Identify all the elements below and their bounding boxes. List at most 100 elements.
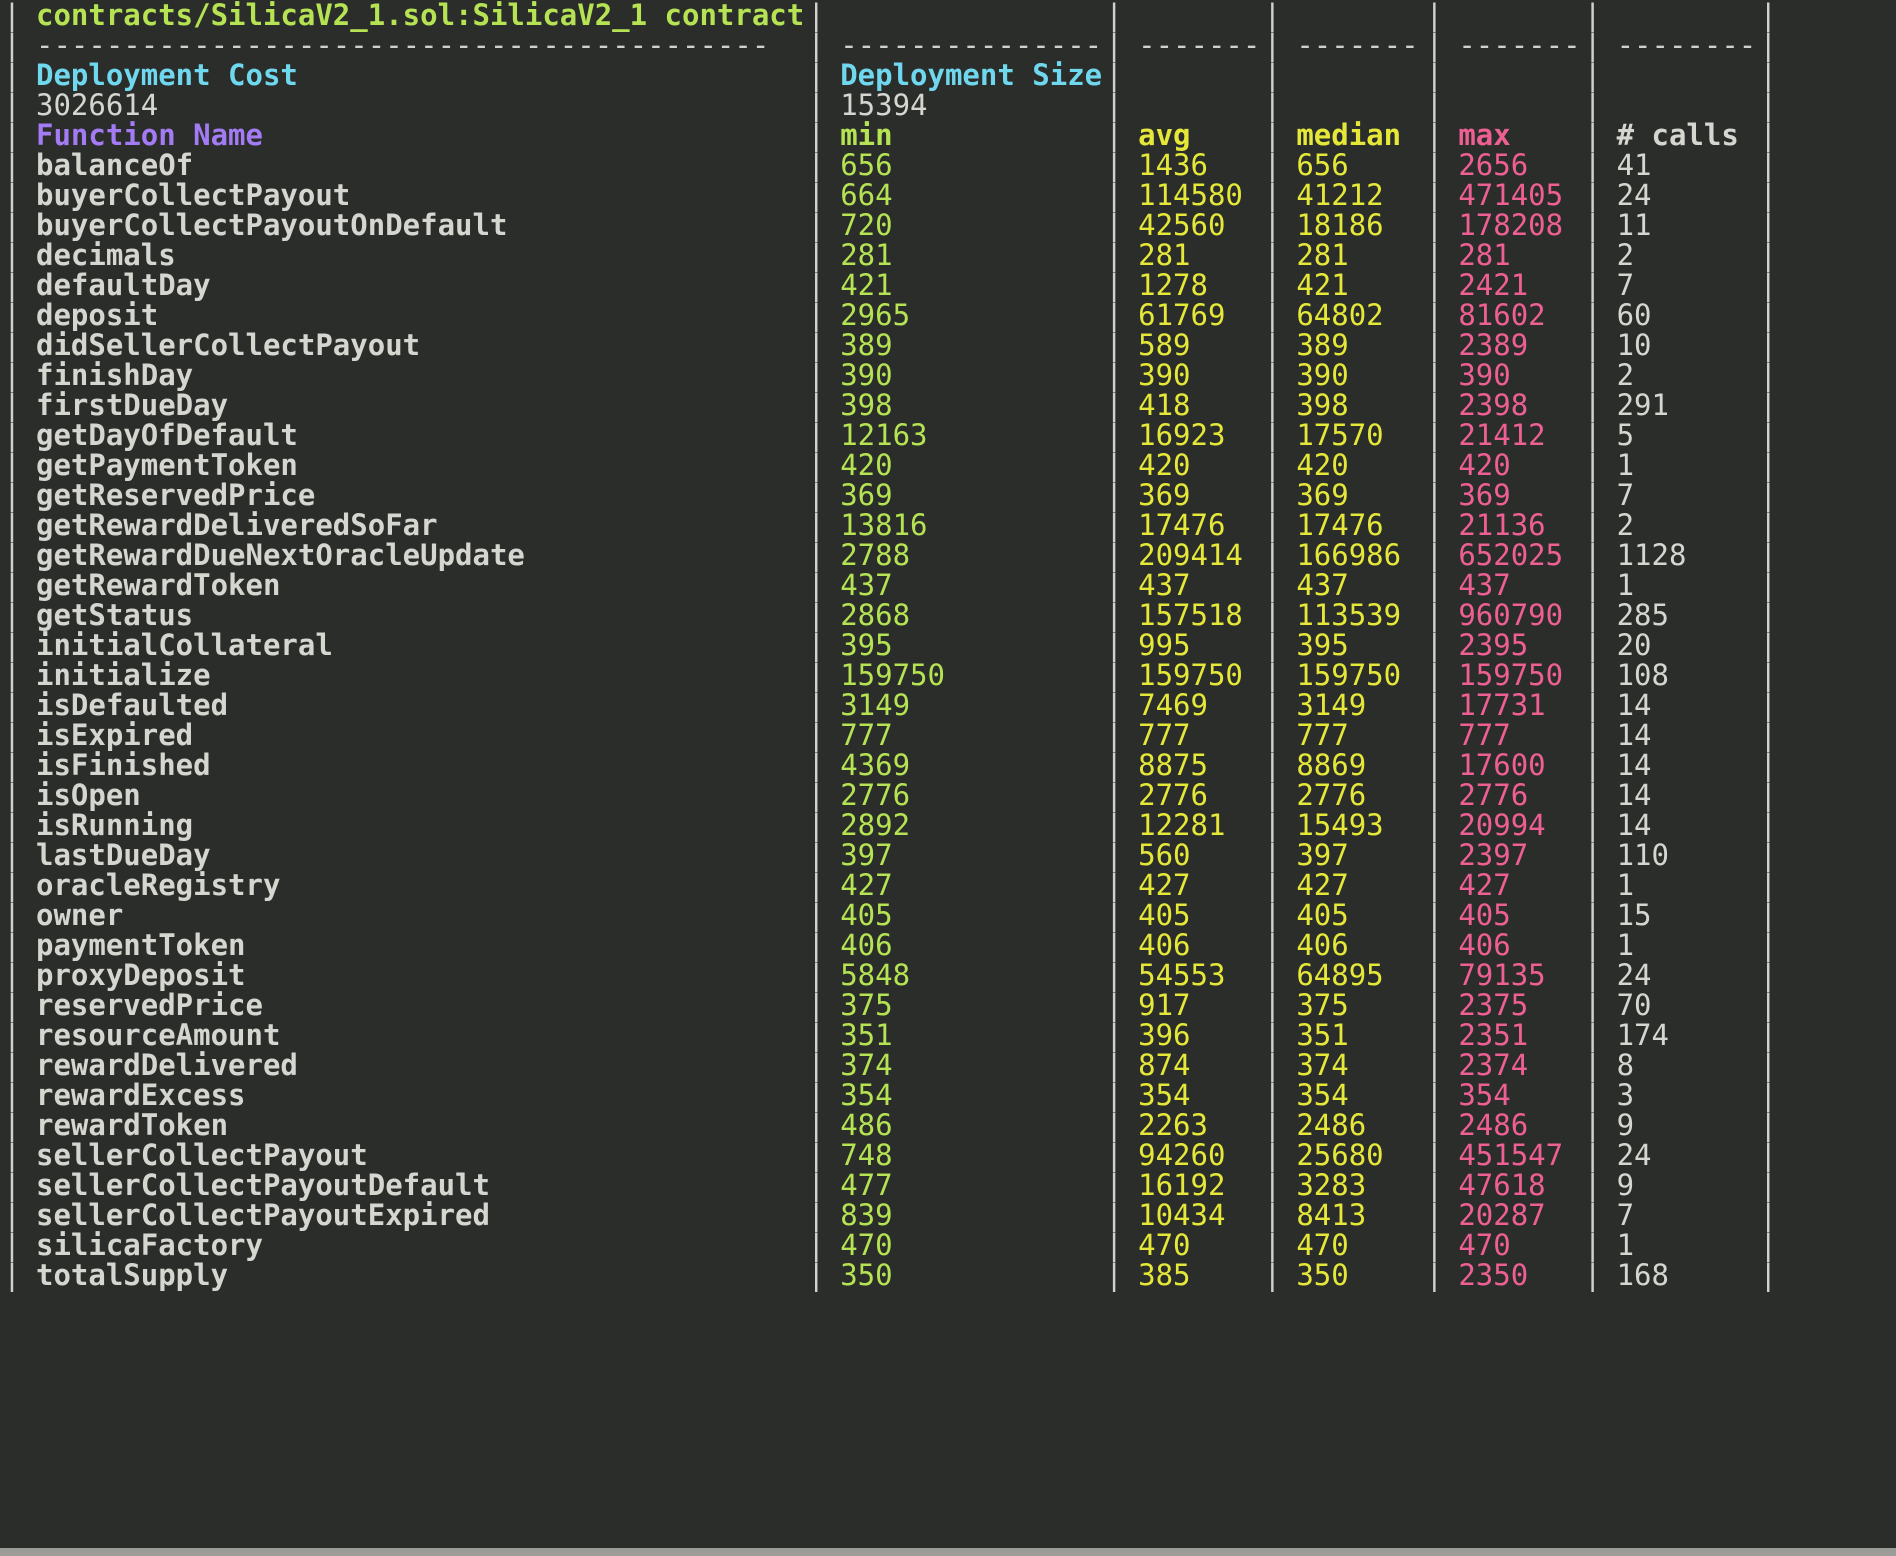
bottom-scrollbar[interactable] bbox=[0, 1548, 1896, 1556]
border-pipe: | bbox=[807, 508, 825, 542]
border-pipe: | bbox=[1263, 0, 1282, 32]
border-pipe: | bbox=[1263, 658, 1282, 692]
dash-run: ------- bbox=[1458, 30, 1581, 60]
cell-calls: 108 bbox=[1616, 658, 1669, 692]
cell-min: 421 bbox=[840, 268, 893, 302]
cell-median: 420 bbox=[1296, 448, 1349, 482]
border-pipe: | bbox=[1263, 388, 1282, 422]
cell-avg: 10434 bbox=[1138, 1198, 1226, 1232]
border-pipe: | bbox=[1759, 838, 1777, 872]
border-pipe: | bbox=[807, 298, 825, 332]
cell-function-name: buyerCollectPayoutOnDefault bbox=[36, 208, 508, 242]
table-row: | paymentToken | 406 | 406 | 406 | 406 | 1 | bbox=[0, 930, 1780, 960]
border-pipe: | bbox=[1425, 748, 1444, 782]
border-pipe: | bbox=[1105, 868, 1123, 902]
table-row: | didSellerCollectPayout | 389 | 589 | 389 | 2389… bbox=[0, 330, 1780, 360]
table-separator-row: | --------------------------------------… bbox=[0, 30, 1780, 60]
cell-calls: 7 bbox=[1616, 268, 1635, 302]
cell-function-name: isDefaulted bbox=[36, 688, 229, 722]
cell-min: 350 bbox=[840, 1258, 893, 1292]
cell-calls: 9 bbox=[1616, 1168, 1635, 1202]
column-header-median: median bbox=[1296, 118, 1402, 152]
cell-avg: 560 bbox=[1138, 838, 1191, 872]
separator-name: ----------------------------------------… bbox=[24, 30, 804, 60]
cell-max: 47618 bbox=[1458, 1168, 1546, 1202]
border-pipe: | bbox=[1759, 178, 1777, 212]
border-pipe: | bbox=[1263, 28, 1282, 62]
border-pipe: | bbox=[1425, 1228, 1444, 1262]
border-pipe: | bbox=[3, 1018, 21, 1052]
cell-function-name: totalSupply bbox=[36, 1258, 229, 1292]
border-pipe: | bbox=[1583, 868, 1602, 902]
table-row: | getPaymentToken | 420 | 420 | 420 | 420 | 1 | bbox=[0, 450, 1780, 480]
border-pipe: | bbox=[1105, 28, 1123, 62]
table-row: | balanceOf | 656 | 1436 | 656 | 2656 | 41 | bbox=[0, 150, 1780, 180]
dash-run: ----------------------------------------… bbox=[36, 30, 770, 60]
border-pipe: | bbox=[1425, 1198, 1444, 1232]
cell-median: 113539 bbox=[1296, 598, 1402, 632]
table-row: | buyerCollectPayout | 664 | 114580 | 41212 | 471… bbox=[0, 180, 1780, 210]
border-pipe: | bbox=[3, 88, 21, 122]
cell-calls: 168 bbox=[1616, 1258, 1669, 1292]
cell-min: 420 bbox=[840, 448, 893, 482]
cell-function-name: getReservedPrice bbox=[36, 478, 316, 512]
cell-function-name: getRewardToken bbox=[36, 568, 281, 602]
border-pipe: | bbox=[1425, 478, 1444, 512]
table-row: | isOpen | 2776 | 2776 | 2776 | 2776 | 14 | bbox=[0, 780, 1780, 810]
cell-max: 2398 bbox=[1458, 388, 1529, 422]
cell-avg: 8875 bbox=[1138, 748, 1208, 782]
cell-avg: 777 bbox=[1138, 718, 1191, 752]
border-pipe: | bbox=[1105, 1108, 1123, 1142]
border-pipe: | bbox=[1583, 328, 1602, 362]
cell-calls: 7 bbox=[1616, 1198, 1635, 1232]
border-pipe: | bbox=[1583, 58, 1602, 92]
cell-min: 2788 bbox=[840, 538, 911, 572]
border-pipe: | bbox=[1759, 778, 1777, 812]
border-pipe: | bbox=[3, 898, 21, 932]
border-pipe: | bbox=[1425, 118, 1444, 152]
cell-avg: 437 bbox=[1138, 568, 1191, 602]
border-pipe: | bbox=[1583, 88, 1602, 122]
border-pipe: | bbox=[1583, 1018, 1602, 1052]
cell-max: 420 bbox=[1458, 448, 1511, 482]
border-pipe: | bbox=[1105, 808, 1123, 842]
cell-function-name: defaultDay bbox=[36, 268, 211, 302]
empty-cell bbox=[1446, 60, 1580, 90]
cell-calls: 15 bbox=[1616, 898, 1652, 932]
border-pipe: | bbox=[807, 118, 825, 152]
table-row: | getDayOfDefault | 12163 | 16923 | 17570 | 21412… bbox=[0, 420, 1780, 450]
cell-min: 477 bbox=[840, 1168, 893, 1202]
border-pipe: | bbox=[807, 538, 825, 572]
table-title-row: | contracts/SilicaV2_1.sol:SilicaV2_1 co… bbox=[0, 0, 1780, 30]
cell-avg: 12281 bbox=[1138, 808, 1226, 842]
border-pipe: | bbox=[1263, 568, 1282, 602]
border-pipe: | bbox=[1583, 808, 1602, 842]
border-pipe: | bbox=[1105, 628, 1123, 662]
border-pipe: | bbox=[1759, 808, 1777, 842]
cell-max: 2486 bbox=[1458, 1108, 1529, 1142]
cell-avg: 1436 bbox=[1138, 148, 1208, 182]
border-pipe: | bbox=[1105, 598, 1123, 632]
border-pipe: | bbox=[1263, 748, 1282, 782]
cell-median: 3149 bbox=[1296, 688, 1367, 722]
border-pipe: | bbox=[1263, 1078, 1282, 1112]
border-pipe: | bbox=[1425, 358, 1444, 392]
border-pipe: | bbox=[1425, 688, 1444, 722]
cell-max: 20287 bbox=[1458, 1198, 1546, 1232]
border-pipe: | bbox=[807, 598, 825, 632]
cell-max: 354 bbox=[1458, 1078, 1511, 1112]
border-pipe: | bbox=[3, 808, 21, 842]
cell-calls: 60 bbox=[1616, 298, 1652, 332]
border-pipe: | bbox=[1759, 748, 1777, 782]
cell-min: 4369 bbox=[840, 748, 911, 782]
border-pipe: | bbox=[807, 928, 825, 962]
cell-min: 2868 bbox=[840, 598, 911, 632]
border-pipe: | bbox=[3, 868, 21, 902]
border-pipe: | bbox=[1759, 1258, 1777, 1292]
border-pipe: | bbox=[1759, 508, 1777, 542]
border-pipe: | bbox=[807, 568, 825, 602]
cell-median: 18186 bbox=[1296, 208, 1384, 242]
cell-min: 398 bbox=[840, 388, 893, 422]
cell-avg: 420 bbox=[1138, 448, 1191, 482]
border-pipe: | bbox=[1759, 268, 1777, 302]
